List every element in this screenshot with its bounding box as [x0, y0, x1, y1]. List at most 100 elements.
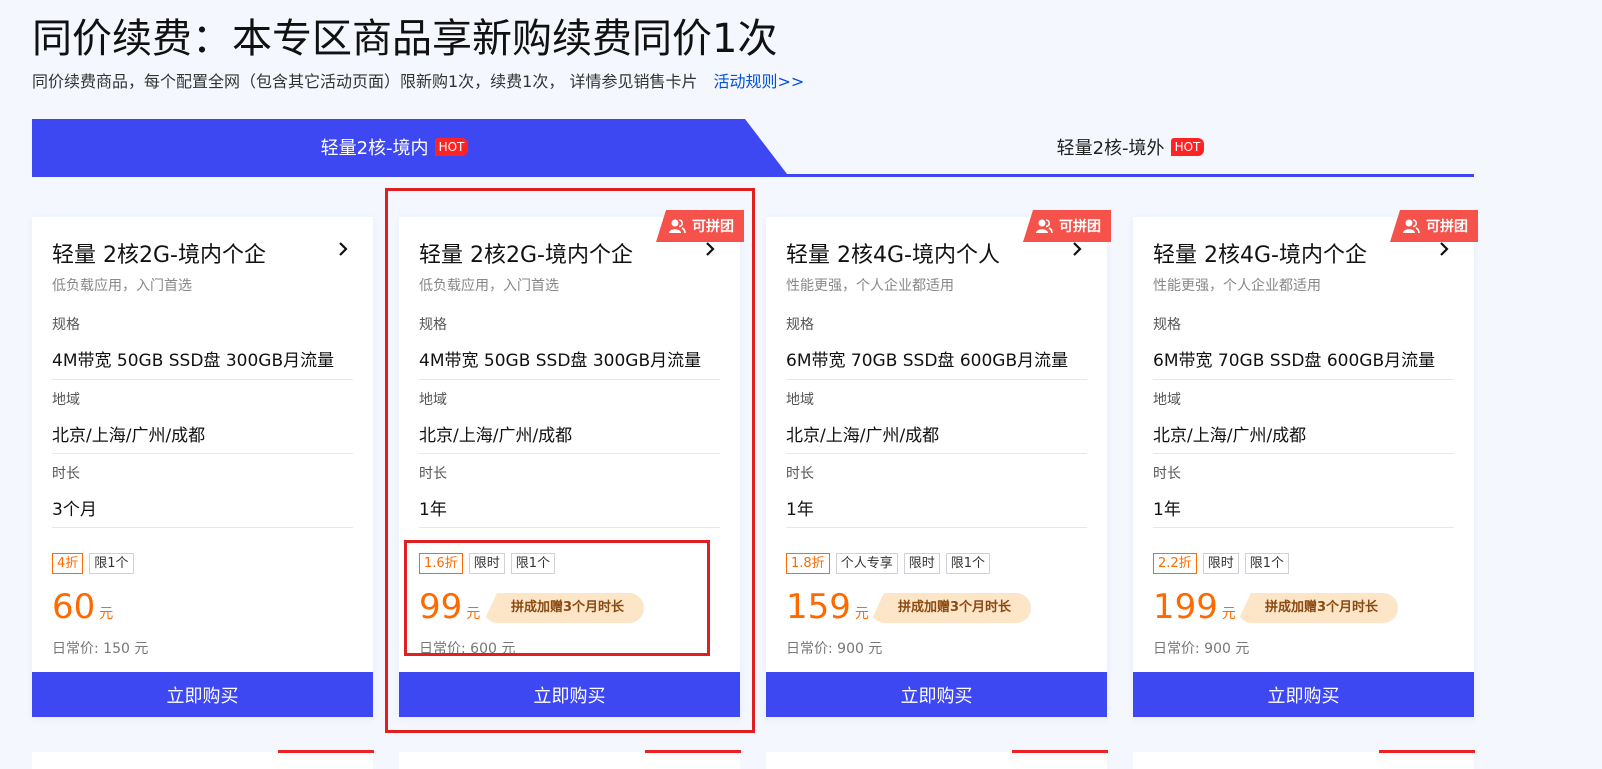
card-desc: 性能更强，个人企业都适用	[1153, 278, 1321, 294]
product-card: 可拼团 轻量 2核4G-境内个企 性能更强，个人企业都适用 规格 6M带宽 70…	[1133, 210, 1478, 717]
region-value: 北京/上海/广州/成都	[419, 426, 573, 446]
region-value: 北京/上海/广州/成都	[786, 426, 940, 446]
next-row-card-peek	[766, 752, 1107, 769]
chevron-right-icon[interactable]	[1434, 239, 1454, 259]
divider	[419, 379, 720, 380]
duration-label: 时长	[52, 466, 80, 482]
tab-domestic[interactable]: 轻量2核-境内 HOT	[32, 119, 787, 174]
rules-link[interactable]: 活动规则>>	[713, 72, 804, 91]
region-label: 地域	[52, 392, 80, 408]
discount-tag: 1.6折	[419, 553, 463, 574]
price: 99 元	[419, 587, 480, 627]
card-title: 轻量 2核2G-境内个企	[52, 243, 266, 268]
spec-value: 4M带宽 50GB SSD盘 300GB月流量	[52, 351, 335, 371]
next-row-badge-peek	[278, 750, 374, 753]
price: 199 元	[1153, 587, 1236, 627]
next-row-card-peek	[32, 752, 373, 769]
card-desc: 低负载应用，入门首选	[52, 278, 192, 294]
price-value: 159	[786, 587, 851, 627]
original-price: 日常价: 900 元	[1153, 641, 1250, 657]
next-row-badge-peek	[645, 750, 741, 753]
price-unit: 元	[466, 606, 481, 622]
buy-button[interactable]: 立即购买	[766, 672, 1107, 717]
divider	[786, 453, 1087, 454]
spec-value: 4M带宽 50GB SSD盘 300GB月流量	[419, 351, 702, 371]
tag-list: 2.2折 限时 限1个	[1153, 553, 1289, 574]
next-row-card-peek	[1133, 752, 1474, 769]
time-limit-tag: 限时	[903, 553, 940, 574]
divider	[1153, 379, 1454, 380]
hot-badge: HOT	[1170, 137, 1205, 156]
price-value: 199	[1153, 587, 1218, 627]
product-card: 可拼团 轻量 2核4G-境内个人 性能更强，个人企业都适用 规格 6M带宽 70…	[766, 210, 1111, 717]
spec-value: 6M带宽 70GB SSD盘 600GB月流量	[1153, 351, 1436, 371]
duration-label: 时长	[1153, 466, 1181, 482]
region-label: 地域	[786, 392, 814, 408]
group-bonus-label: 拼成加赠3个月时长	[870, 593, 1032, 623]
users-icon	[1403, 219, 1420, 234]
hot-badge: HOT	[434, 137, 469, 156]
duration-label: 时长	[786, 466, 814, 482]
duration-label: 时长	[419, 466, 447, 482]
limit-tag: 限1个	[945, 553, 990, 574]
tag-list: 4折 限1个	[52, 553, 134, 574]
spec-label: 规格	[1153, 317, 1181, 333]
discount-tag: 1.8折	[786, 553, 830, 574]
group-buy-badge: 可拼团	[1023, 210, 1111, 242]
limit-tag: 限1个	[510, 553, 555, 574]
limit-tag: 限1个	[1244, 553, 1289, 574]
duration-value: 1年	[786, 500, 814, 520]
divider	[1153, 527, 1454, 528]
card-title: 轻量 2核4G-境内个企	[1153, 243, 1367, 268]
price-value: 99	[419, 587, 463, 627]
group-bonus-label: 拼成加赠3个月时长	[483, 593, 645, 623]
chevron-right-icon[interactable]	[1067, 239, 1087, 259]
region-value: 北京/上海/广州/成都	[1153, 426, 1307, 446]
tab-bar: 轻量2核-境内 HOT 轻量2核-境外 HOT	[32, 119, 1474, 177]
price-unit: 元	[854, 606, 869, 622]
buy-button[interactable]: 立即购买	[1133, 672, 1474, 717]
price-unit: 元	[1221, 606, 1236, 622]
page-subtitle: 同价续费商品，每个配置全网（包含其它活动页面）限新购1次，续费1次， 详情参见销…	[32, 68, 804, 92]
duration-value: 1年	[419, 500, 447, 520]
duration-value: 3个月	[52, 500, 97, 520]
buy-button[interactable]: 立即购买	[399, 672, 740, 717]
users-icon	[1036, 219, 1053, 234]
discount-tag: 4折	[52, 553, 84, 574]
subtitle-text: 同价续费商品，每个配置全网（包含其它活动页面）限新购1次，续费1次， 详情参见销…	[32, 72, 698, 91]
personal-only-tag: 个人专享	[835, 553, 898, 574]
buy-button[interactable]: 立即购买	[32, 672, 373, 717]
next-row-badge-peek	[1012, 750, 1108, 753]
product-card: 可拼团 轻量 2核2G-境内个企 低负载应用，入门首选 规格 4M带宽 50GB…	[399, 210, 744, 717]
chevron-right-icon[interactable]	[700, 239, 720, 259]
region-label: 地域	[1153, 392, 1181, 408]
price-unit: 元	[99, 606, 114, 622]
time-limit-tag: 限时	[468, 553, 505, 574]
chevron-right-icon[interactable]	[333, 239, 353, 259]
users-icon	[669, 219, 686, 234]
spec-label: 规格	[419, 317, 447, 333]
discount-tag: 2.2折	[1153, 553, 1197, 574]
page-title: 同价续费：本专区商品享新购续费同价1次	[32, 16, 778, 62]
divider	[52, 453, 353, 454]
original-price: 日常价: 600 元	[419, 641, 516, 657]
tag-list: 1.6折 限时 限1个	[419, 553, 555, 574]
divider	[52, 379, 353, 380]
divider	[786, 379, 1087, 380]
group-buy-label: 可拼团	[1059, 219, 1101, 235]
duration-value: 1年	[1153, 500, 1181, 520]
spec-value: 6M带宽 70GB SSD盘 600GB月流量	[786, 351, 1069, 371]
divider	[419, 453, 720, 454]
card-desc: 性能更强，个人企业都适用	[786, 278, 954, 294]
spec-label: 规格	[786, 317, 814, 333]
time-limit-tag: 限时	[1202, 553, 1239, 574]
divider	[786, 527, 1087, 528]
price: 159 元	[786, 587, 869, 627]
tag-list: 1.8折 个人专享 限时 限1个	[786, 553, 990, 574]
limit-tag: 限1个	[89, 553, 134, 574]
tab-overseas[interactable]: 轻量2核-境外 HOT	[787, 119, 1474, 174]
region-label: 地域	[419, 392, 447, 408]
product-card: 轻量 2核2G-境内个企 低负载应用，入门首选 规格 4M带宽 50GB SSD…	[32, 217, 373, 717]
spec-label: 规格	[52, 317, 80, 333]
price: 60 元	[52, 587, 113, 627]
